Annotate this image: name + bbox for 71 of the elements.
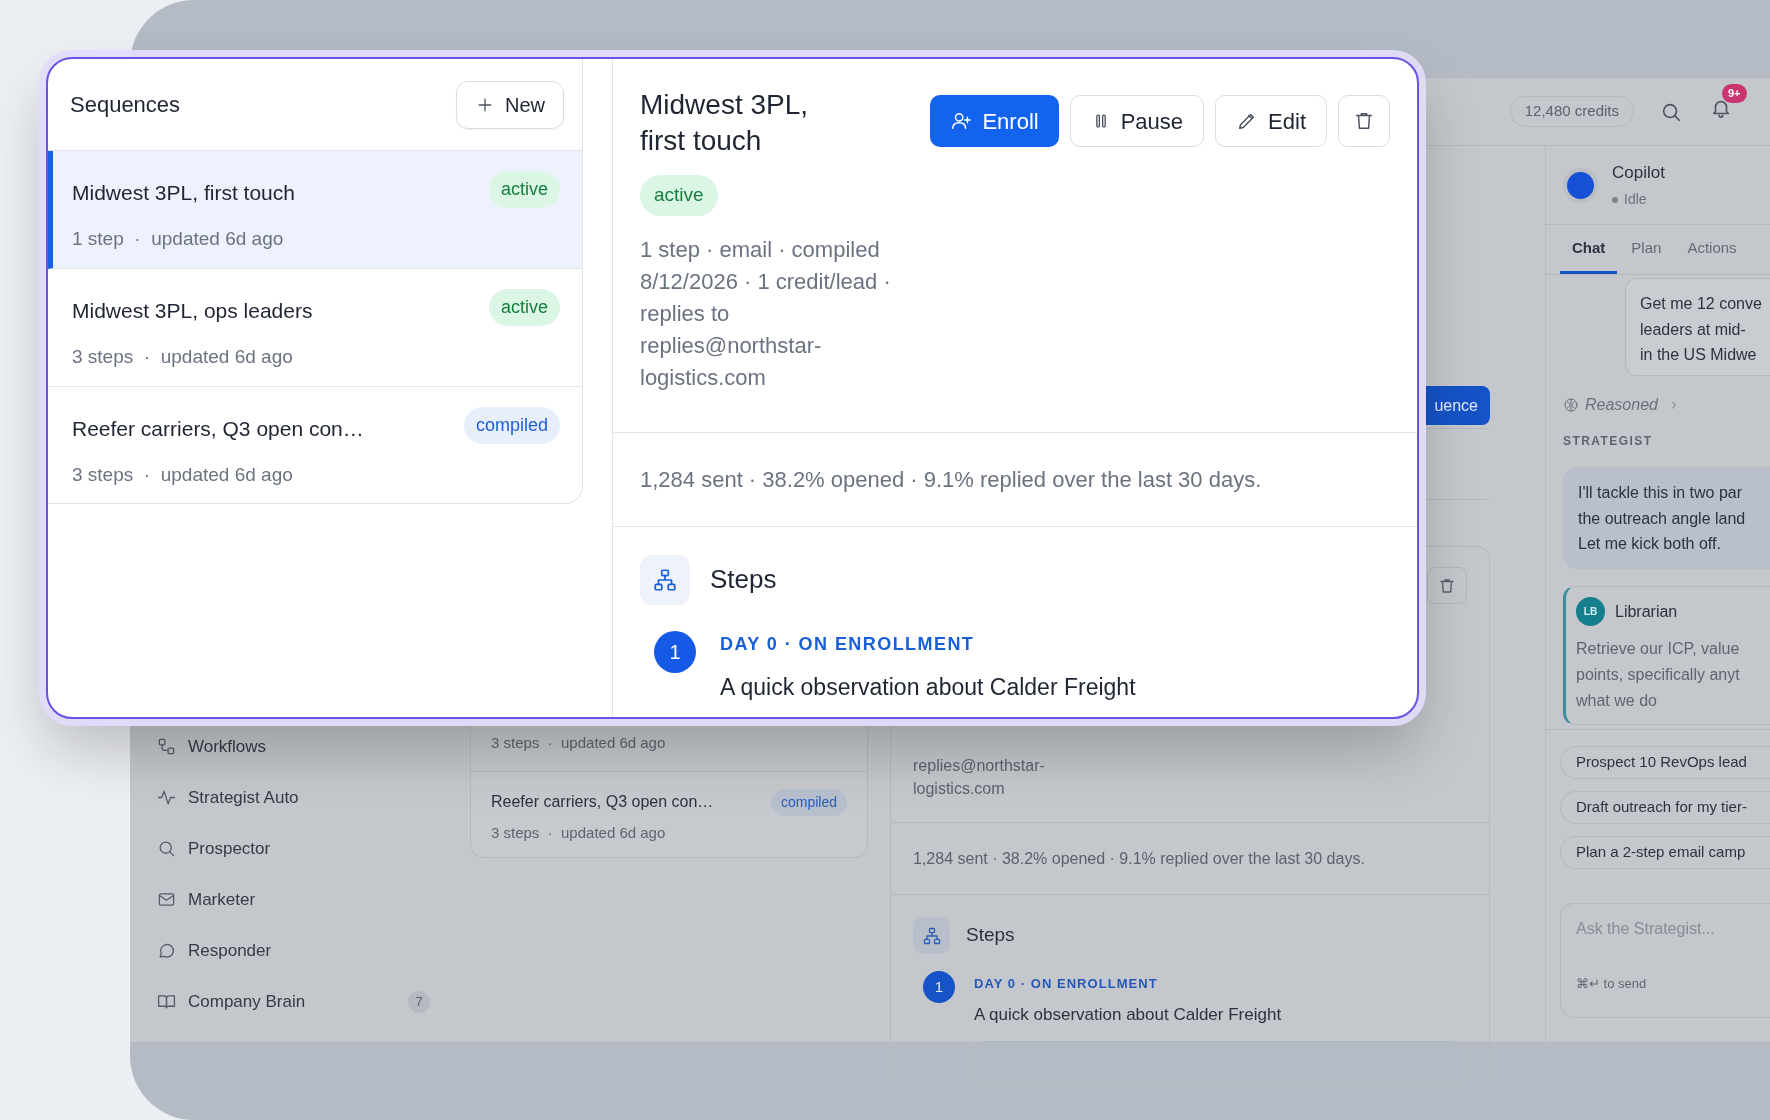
hierarchy-icon	[921, 925, 942, 946]
chat-bubble-icon	[157, 941, 176, 960]
sequence-title[interactable]: Reefer carriers, Q3 open con…	[491, 790, 714, 814]
agent-name: Librarian	[1615, 601, 1678, 622]
sequence-summary: 1 step · email · compiled 8/12/2026 · 1 credit/lead · replies to replies@northstar-logistics.com	[640, 235, 892, 392]
status-text: Idle	[1624, 190, 1647, 210]
delete-button[interactable]	[1338, 95, 1390, 147]
status-badge: active	[488, 171, 560, 208]
status-badge: compiled	[770, 788, 847, 816]
book-icon	[157, 992, 176, 1011]
pause-button[interactable]: Pause	[1069, 95, 1205, 147]
sequence-title: Midwest 3PL, first touch	[72, 180, 295, 206]
agent-task-text: Retrieve our ICP, value points, specifically anyt what we do	[1576, 639, 1741, 711]
panel-title: Copilot	[1612, 161, 1665, 184]
send-hint: ⌘↵ to send	[1576, 975, 1647, 993]
suggestion-chip[interactable]: Prospect 10 RevOps lead	[1560, 746, 1770, 779]
sequence-meta: 3 steps · updated 6d ago	[72, 344, 294, 369]
sidebar-item[interactable]: Responder	[157, 925, 430, 976]
step-timing: DAY 0 · ON ENROLLMENT	[720, 632, 976, 656]
sequence-title: Reefer carriers, Q3 open con…	[72, 416, 364, 442]
role-label: STRATEGIST	[1563, 433, 1653, 450]
sidebar-item[interactable]: Marketer	[157, 874, 430, 925]
status-badge: compiled	[463, 407, 560, 444]
user-plus-icon	[950, 110, 973, 132]
edit-button[interactable]: Edit	[1215, 95, 1327, 147]
step-number: 1	[923, 971, 955, 1003]
step-number: 1	[654, 630, 696, 673]
sidebar-item[interactable]: Prospector	[157, 823, 430, 874]
sequence-button[interactable]: uence	[1426, 386, 1490, 425]
sequence-row[interactable]: Midwest 3PL, ops leaders 3 steps · updated 6d ago active	[48, 269, 582, 387]
step-subject: A quick observation about Calder Freight	[974, 1003, 1283, 1026]
hierarchy-icon	[652, 566, 678, 593]
status-badge: active	[488, 289, 560, 326]
delete-button[interactable]	[1427, 567, 1467, 604]
sequence-meta: 3 steps · updated 6d ago	[491, 822, 667, 843]
enroll-button[interactable]: Enroll	[930, 95, 1059, 147]
sequence-heading: Midwest 3PL, first touch	[640, 88, 810, 158]
sequence-meta: 1 step · updated 6d ago	[72, 226, 285, 251]
step-timing: DAY 0 · ON ENROLLMENT	[974, 975, 1159, 993]
sequence-row[interactable]: Reefer carriers, Q3 open con… 3 steps · updated 6d ago compiled	[48, 387, 582, 503]
contact-text: replies@northstar-	[913, 756, 1045, 776]
sequence-title: Midwest 3PL, ops leaders	[72, 298, 313, 324]
sequence-meta: 3 steps · updated 6d ago	[72, 462, 294, 487]
assistant-message-bubble: I'll tackle this in two par the outreach angle land Let me kick both off.	[1563, 467, 1770, 569]
search-icon	[157, 839, 176, 858]
pulse-icon	[157, 788, 176, 807]
message-input[interactable]: Ask the Strategist...	[1576, 917, 1766, 941]
stats-text: 1,284 sent · 38.2% opened · 9.1% replied over the last 30 days.	[913, 848, 1365, 869]
status-badge: active	[640, 175, 718, 216]
notification-badge: 9+	[1722, 84, 1747, 103]
stats-text: 1,284 sent · 38.2% opened · 9.1% replied over the last 30 days.	[640, 465, 1262, 494]
sequence-row[interactable]: Midwest 3PL, first touch 1 step · updated 6d ago active	[48, 151, 582, 269]
section-title: Steps	[710, 563, 777, 596]
sidebar-item[interactable]: Company Brain 7	[157, 976, 430, 1027]
sidebar-item[interactable]: Workflows	[157, 721, 430, 772]
trash-icon	[1353, 110, 1375, 132]
trash-icon	[1438, 576, 1456, 595]
user-message-bubble: Get me 12 conve leaders at mid- in the US Midwe	[1625, 278, 1770, 376]
list-title: Sequences	[70, 91, 181, 119]
step-subject: A quick observation about Calder Freight	[720, 672, 1136, 702]
count-badge: 7	[408, 990, 430, 1013]
new-sequence-button[interactable]: New	[456, 80, 564, 129]
workflow-icon	[157, 737, 176, 756]
mail-icon	[157, 890, 176, 909]
sequence-meta: 3 steps · updated 6d ago	[491, 732, 667, 753]
contact-text: logistics.com	[913, 779, 1005, 799]
brain-icon	[1563, 397, 1579, 413]
agent-avatar: LB	[1576, 597, 1605, 626]
section-title: Steps	[966, 923, 1015, 948]
panel-tab[interactable]: Chat	[1560, 225, 1618, 274]
sidebar-item[interactable]: Strategist Auto	[157, 772, 430, 823]
